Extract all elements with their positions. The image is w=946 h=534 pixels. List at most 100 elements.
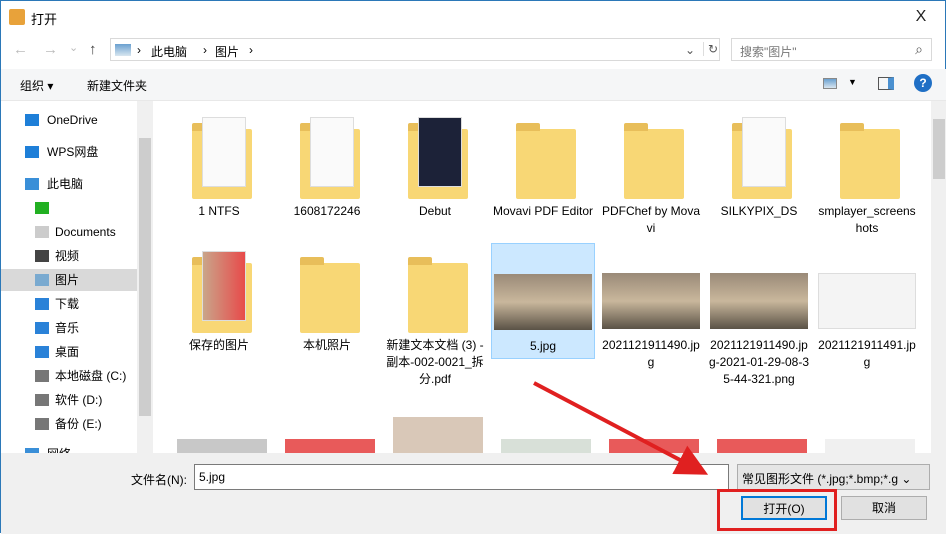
filename-input[interactable]: 5.jpg [194, 464, 729, 490]
sidebar-item-label: 视频 [55, 249, 80, 263]
sidebar-item-label: WPS网盘 [47, 145, 99, 159]
sidebar-item-label: 图片 [55, 273, 80, 287]
toolbar: 组织 ▾ 新建文件夹 ▼ ? [1, 69, 946, 101]
search-placeholder: 搜索"图片" [740, 45, 797, 59]
sidebar-item[interactable]: 音乐 [1, 317, 137, 339]
drive-icon [35, 418, 49, 430]
file-item[interactable]: 保存的图片 [167, 243, 271, 354]
sidebar-item-label: OneDrive [47, 113, 98, 127]
image-thumbnail[interactable] [501, 439, 591, 453]
file-item[interactable]: 1608172246 [275, 109, 379, 220]
sidebar-item-label: Documents [55, 225, 116, 239]
computer-icon [25, 178, 39, 190]
sidebar-item[interactable]: 备份 (E:) [1, 413, 137, 435]
document-icon [35, 226, 49, 238]
drive-icon [35, 394, 49, 406]
refresh-button[interactable]: ↻ [703, 42, 718, 56]
folder-icon [390, 109, 480, 199]
search-icon[interactable]: ⌕ [915, 41, 923, 58]
navigation-pane: OneDrive WPS网盘此电脑 Documents 视频图片下载 音乐桌面本地磁盘 … [1, 101, 153, 461]
file-name: 1608172246 [293, 204, 361, 218]
view-options-icon[interactable] [823, 78, 837, 89]
breadcrumb-pictures[interactable]: 图片 [215, 43, 239, 60]
folder-icon [390, 243, 480, 333]
sidebar-scrollbar-thumb[interactable] [139, 138, 151, 416]
file-name: 新建文本文档 (3) - 副本-002-0021_拆分.pdf [386, 338, 484, 386]
picture-icon [115, 44, 131, 56]
title-bar: 打开 X [1, 1, 946, 33]
breadcrumb-this-pc[interactable]: 此电脑 [151, 43, 187, 60]
file-item[interactable]: Movavi PDF Editor [491, 109, 595, 220]
video-icon [35, 250, 49, 262]
view-dropdown-icon[interactable]: ▼ [848, 77, 857, 87]
filename-label: 文件名(N): [131, 473, 187, 487]
sidebar-item[interactable]: 桌面 [1, 341, 137, 363]
organize-menu[interactable]: 组织 ▾ [20, 77, 53, 94]
image-thumbnail [494, 244, 592, 334]
image-thumbnail[interactable] [825, 439, 915, 453]
preview-pane-icon[interactable] [878, 77, 894, 90]
drive-icon [35, 370, 49, 382]
separator: › [203, 43, 207, 57]
search-input[interactable]: 搜索"图片" ⌕ [731, 38, 932, 61]
desktop-icon [35, 346, 49, 358]
sidebar-item-label: 备份 (E:) [55, 417, 102, 431]
sidebar-item[interactable]: OneDrive [1, 109, 137, 131]
up-button[interactable]: ↑ [89, 41, 97, 58]
cloud-icon [25, 146, 39, 158]
sidebar-item[interactable]: 视频 [1, 245, 137, 267]
sidebar-item-label: 桌面 [55, 345, 80, 359]
sidebar-item[interactable]: 下载 [1, 293, 137, 315]
file-item[interactable]: Debut [383, 109, 487, 220]
image-thumbnail[interactable] [393, 417, 483, 453]
help-icon[interactable]: ? [914, 74, 932, 92]
sidebar-item[interactable]: WPS网盘 [1, 141, 137, 163]
address-bar[interactable]: › 此电脑 › 图片 › ⌄ ↻ [110, 38, 720, 61]
back-button[interactable]: ← [13, 41, 28, 58]
folder-icon [714, 109, 804, 199]
sidebar-item[interactable]: 图片 [1, 269, 137, 291]
sidebar-item[interactable]: 此电脑 [1, 173, 137, 195]
separator: › [249, 43, 253, 57]
download-icon [35, 298, 49, 310]
image-thumbnail [602, 243, 700, 333]
sidebar-item[interactable] [1, 197, 137, 219]
file-item[interactable]: 2021121911491.jpg [815, 243, 919, 371]
sidebar-item-label: 此电脑 [47, 177, 84, 191]
address-dropdown[interactable]: ⌄ [685, 43, 695, 57]
cancel-button[interactable]: 取消 [841, 496, 927, 520]
image-thumbnail[interactable] [609, 439, 699, 453]
image-thumbnail[interactable] [285, 439, 375, 453]
file-name: Debut [418, 204, 452, 218]
sidebar-item-label: 软件 (D:) [55, 393, 103, 407]
file-item[interactable]: 1 NTFS [167, 109, 271, 220]
close-button[interactable]: X [901, 3, 941, 31]
sidebar-item-label: 本地磁盘 (C:) [55, 369, 127, 383]
separator: › [137, 43, 141, 57]
file-name: SILKYPIX_DS [720, 204, 798, 218]
folder-icon [282, 109, 372, 199]
file-name: 保存的图片 [188, 338, 249, 352]
file-item[interactable]: 5.jpg [491, 243, 595, 359]
image-thumbnail[interactable] [177, 439, 267, 453]
file-name: 5.jpg [529, 339, 557, 353]
file-name: smplayer_screenshots [818, 204, 916, 235]
file-item[interactable]: 2021121911490.jpg-2021-01-29-08-35-44-32… [707, 243, 811, 388]
new-folder-button[interactable]: 新建文件夹 [87, 77, 147, 94]
file-item[interactable]: smplayer_screenshots [815, 109, 919, 237]
forward-button[interactable]: → [43, 41, 58, 58]
recent-locations-button[interactable]: ⌄ [69, 41, 78, 54]
file-item[interactable]: 新建文本文档 (3) - 副本-002-0021_拆分.pdf [383, 243, 487, 388]
filetype-select[interactable]: 常见图形文件 (*.jpg;*.bmp;*.g ⌄ [737, 464, 930, 490]
sidebar-item[interactable]: Documents [1, 221, 137, 243]
file-item[interactable]: 本机照片 [275, 243, 379, 354]
file-item[interactable]: 2021121911490.jpg [599, 243, 703, 371]
sidebar-item[interactable]: 本地磁盘 (C:) [1, 365, 137, 387]
image-thumbnail[interactable] [717, 439, 807, 453]
annotation-highlight-box [717, 489, 837, 531]
file-item[interactable]: SILKYPIX_DS [707, 109, 811, 220]
folder-icon [606, 109, 696, 199]
file-item[interactable]: PDFChef by Movavi [599, 109, 703, 237]
sidebar-item[interactable]: 软件 (D:) [1, 389, 137, 411]
main-scrollbar-thumb[interactable] [933, 119, 945, 179]
